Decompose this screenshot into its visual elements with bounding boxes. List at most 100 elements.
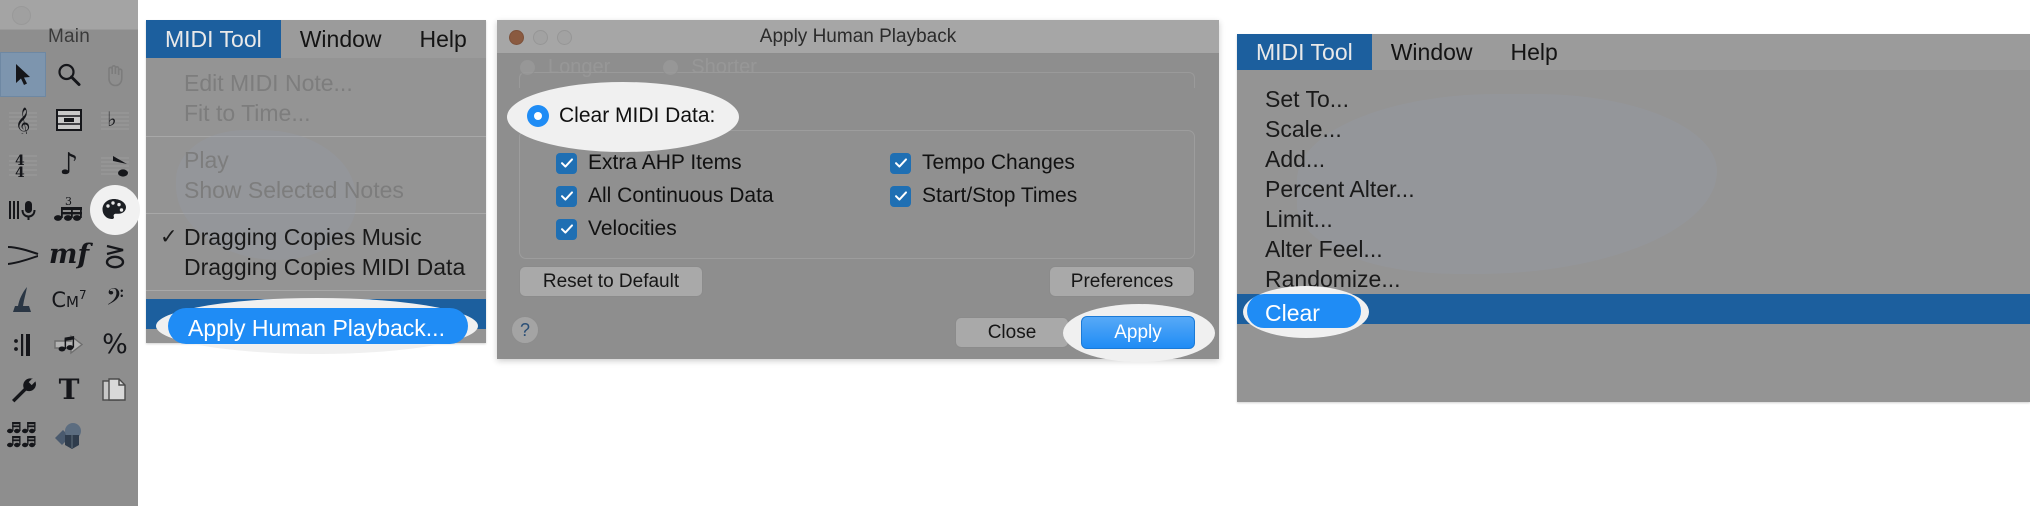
clear-options-right-column: Tempo Changes Start/Stop Times [890,151,1077,208]
beam-tool[interactable] [0,412,46,457]
help-button[interactable]: ? [511,316,539,344]
apply-human-playback-callout-label[interactable]: Apply Human Playback... [188,315,445,342]
menu-item-add[interactable]: Add... [1237,144,2030,174]
time-signature-tool[interactable]: 4 4 [0,142,46,187]
svg-text:𝄞: 𝄞 [15,107,30,134]
special-tools[interactable] [46,412,92,457]
menubar-item-window[interactable]: Window [1372,34,1492,70]
bass-clef-tool[interactable]: 𝄢 [92,277,138,322]
checkbox-label: All Continuous Data [588,184,774,207]
menubar-item-window[interactable]: Window [281,20,401,58]
menu-item-set-to[interactable]: Set To... [1237,84,2030,114]
palette-close-icon[interactable] [12,6,31,25]
shorter-radio-icon[interactable] [662,58,680,76]
menubar-item-help[interactable]: Help [401,20,486,58]
menu-item-show-selected-notes[interactable]: Show Selected Notes [146,175,486,205]
simple-entry-tool[interactable]: ♪ [46,142,92,187]
maximize-window-icon[interactable] [557,30,572,45]
apply-button[interactable]: Apply [1081,316,1195,349]
chord-tool[interactable]: CM7 [46,277,92,322]
menu-item-label: Set To... [1265,85,1349,112]
clear-midi-data-label: Clear MIDI Data: [559,104,716,127]
clear-midi-data-radio-icon[interactable] [527,105,549,127]
screenshot-root: Main 𝄞 ♭ 4 4 ♪ 3 mf CM7 𝄢 % T MIDI Tool … [0,0,2030,506]
zoom-tool[interactable] [46,52,92,97]
checkbox-start-stop-times[interactable]: Start/Stop Times [890,184,1077,208]
checkbox-label: Velocities [588,217,677,240]
menu-item-dragging-copies-midi-data[interactable]: Dragging Copies MIDI Data [146,252,486,282]
menu-item-label: Limit... [1265,205,1333,232]
expression-tool[interactable]: mf [46,232,92,277]
tuplet-tool[interactable]: 3 [46,187,92,232]
minimize-window-icon[interactable] [533,30,548,45]
menu-item-play[interactable]: Play [146,145,486,175]
percent-repeat-tool[interactable]: % [92,322,138,367]
smart-shape-tool[interactable] [0,232,46,277]
menu-item-label: Dragging Copies MIDI Data [184,253,466,280]
checkbox-extra-ahp-items[interactable]: Extra AHP Items [556,151,774,175]
menu-separator [146,136,486,137]
text-tool[interactable]: T [46,367,92,412]
measure-tool[interactable] [46,97,92,142]
menu-item-label: Percent Alter... [1265,175,1415,202]
arrow-select-tool[interactable] [0,52,46,97]
note-mover-tool[interactable] [0,277,46,322]
menu-item-dragging-copies-music[interactable]: ✓ Dragging Copies Music [146,222,486,252]
longer-radio-icon[interactable] [519,58,536,76]
note-shape-tool[interactable] [46,322,92,367]
clear-midi-data-radio-row[interactable]: Clear MIDI Data: [527,104,715,128]
checkbox-all-continuous-data[interactable]: All Continuous Data [556,184,774,208]
apply-human-playback-dialog: Apply Human Playback Longer Shorter Clea… [497,20,1219,362]
checkbox-checked-icon[interactable] [556,152,577,174]
checkmark-icon: ✓ [160,225,178,249]
checkbox-label: Start/Stop Times [922,184,1078,207]
clear-options-left-column: Extra AHP Items All Continuous Data Velo… [556,151,774,241]
left-midi-tool-menu: MIDI Tool Window Help Edit MIDI Note... … [146,20,486,354]
checkbox-checked-icon[interactable] [556,185,577,207]
reset-to-default-button[interactable]: Reset to Default [519,266,703,297]
utilities-tool[interactable] [0,367,46,412]
clef-tool[interactable]: 𝄞 [0,97,46,142]
close-window-icon[interactable] [509,30,524,45]
checkbox-checked-icon[interactable] [556,218,577,240]
page-layout-tool[interactable] [92,367,138,412]
checkbox-checked-icon[interactable] [890,185,911,207]
checkbox-velocities[interactable]: Velocities [556,217,774,241]
menu-item-label: Fit to Time... [184,99,311,126]
menu-item-label: Scale... [1265,115,1342,142]
menu-item-percent-alter[interactable]: Percent Alter... [1237,174,2030,204]
hand-tool[interactable] [92,52,138,97]
menubar-item-midi-tool[interactable]: MIDI Tool [1237,34,1372,70]
speedy-entry-tool[interactable] [92,142,138,187]
repeat-tool[interactable] [0,322,46,367]
checkbox-checked-icon[interactable] [890,152,911,174]
key-signature-tool[interactable]: ♭ [92,97,138,142]
articulation-tool[interactable] [92,232,138,277]
palette-title: Main [48,26,90,47]
shorter-label: Shorter [691,56,757,78]
menu-item-label: Alter Feel... [1265,235,1383,262]
midi-tool[interactable] [92,187,138,232]
dialog-title: Apply Human Playback [759,25,957,47]
checkbox-tempo-changes[interactable]: Tempo Changes [890,151,1077,175]
close-button[interactable]: Close [955,317,1069,348]
clear-callout-label[interactable]: Clear [1265,300,1320,327]
ghost-longer-shorter-row: Longer Shorter [519,56,1195,78]
menu-item-randomize[interactable]: Randomize... [1237,264,2030,294]
menu-item-fit-to-time[interactable]: Fit to Time... [146,98,486,128]
svg-text:♭: ♭ [107,107,116,131]
menubar-item-midi-tool[interactable]: MIDI Tool [146,20,281,58]
dialog-titlebar[interactable]: Apply Human Playback [497,20,1219,54]
main-tool-palette: Main 𝄞 ♭ 4 4 ♪ 3 mf CM7 𝄢 % T [0,0,138,506]
menu-item-edit-midi-note[interactable]: Edit MIDI Note... [146,68,486,98]
menu-item-clear[interactable] [1237,294,2030,324]
menu-item-limit[interactable]: Limit... [1237,204,2030,234]
checkbox-label: Tempo Changes [922,151,1075,174]
menu-separator [146,290,486,291]
menu-item-scale[interactable]: Scale... [1237,114,2030,144]
lyrics-tool[interactable] [0,187,46,232]
right-menubar: MIDI Tool Window Help [1237,34,2030,70]
preferences-button[interactable]: Preferences [1049,266,1195,297]
menu-item-alter-feel[interactable]: Alter Feel... [1237,234,2030,264]
menubar-item-help[interactable]: Help [1492,34,1577,70]
